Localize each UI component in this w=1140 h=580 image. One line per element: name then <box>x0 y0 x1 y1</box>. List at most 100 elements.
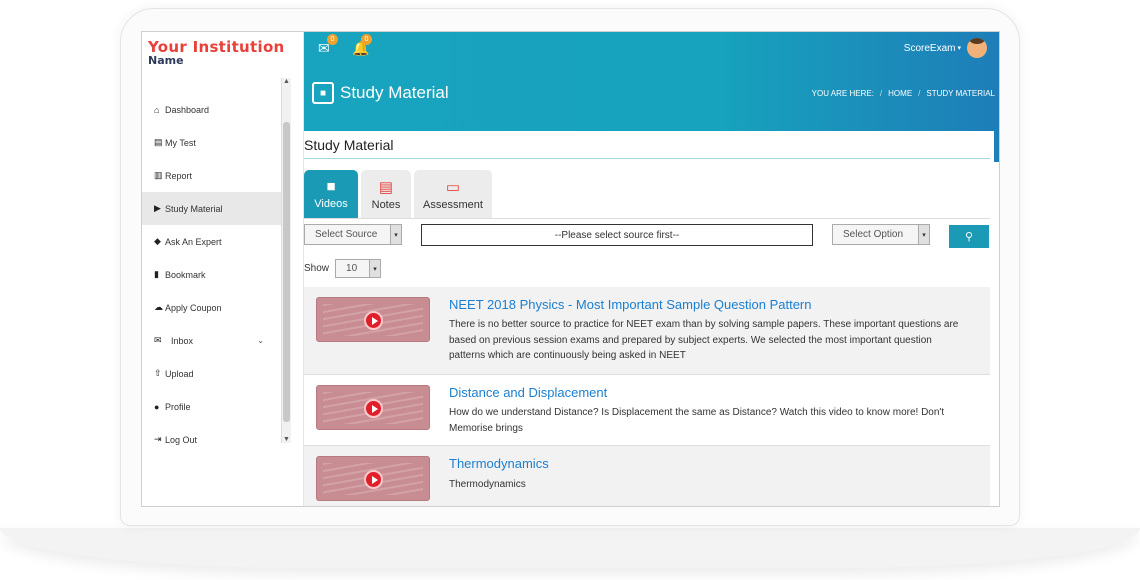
scroll-up-icon[interactable]: ▲ <box>283 78 290 85</box>
chevron-down-icon: ⌄ <box>257 336 264 345</box>
scroll-down-icon[interactable]: ▼ <box>283 436 290 443</box>
page-size-select[interactable]: 10 ▾ <box>335 259 382 278</box>
mail-count-badge: 0 <box>327 34 338 45</box>
mail-button[interactable]: ✉ 0 <box>318 34 338 60</box>
sidebar-item-label: Dashboard <box>165 104 210 115</box>
card-title: Study Material <box>304 137 394 153</box>
bar-chart-icon: ▥ <box>154 170 163 180</box>
material-tabs: ■ Videos ▤ Notes ▭ Assessment <box>304 170 492 218</box>
bookmark-icon: ▮ <box>154 269 159 279</box>
dropdown-arrow-icon: ▾ <box>369 260 381 277</box>
video-thumbnail[interactable] <box>316 385 430 430</box>
play-icon[interactable] <box>364 399 383 418</box>
dropdown-arrow-icon: ▾ <box>390 225 401 244</box>
search-button[interactable]: ⚲ <box>949 225 989 248</box>
sidebar-item-log-out[interactable]: ⇥ Log Out <box>142 423 282 456</box>
divider <box>304 158 990 159</box>
cloud-icon: ☁ <box>154 302 163 312</box>
header-icons: ✉ 0 🔔 0 <box>318 34 372 60</box>
tab-label: Assessment <box>423 198 483 211</box>
sidebar-item-apply-coupon[interactable]: ☁ Apply Coupon <box>142 291 282 324</box>
sidebar-item-label: Apply Coupon <box>165 302 222 313</box>
sidebar-item-inbox[interactable]: ✉ Inbox ⌄ <box>142 324 282 357</box>
sidebar-item-ask-an-expert[interactable]: ◆ Ask An Expert <box>142 225 282 258</box>
tab-label: Videos <box>314 198 348 210</box>
page-title: Study Material <box>340 83 449 102</box>
logout-icon: ⇥ <box>154 434 162 444</box>
video-list: NEET 2018 Physics - Most Important Sampl… <box>304 287 990 506</box>
source-select[interactable]: Select Source ▾ <box>304 224 402 245</box>
user-menu[interactable]: ScoreExam ▾ <box>904 38 987 58</box>
notification-count-badge: 0 <box>361 34 372 45</box>
scrollbar-thumb[interactable] <box>283 122 290 422</box>
dropdown-arrow-icon: ▾ <box>918 225 929 244</box>
sidebar: Your Institution Name ⌂ Dashboard ▤ My T… <box>142 32 304 506</box>
source-detail-select[interactable]: --Please select source first-- <box>421 224 813 246</box>
sidebar-item-my-test[interactable]: ▤ My Test <box>142 126 282 159</box>
video-icon: ■ <box>326 178 336 195</box>
sidebar-item-label: Ask An Expert <box>165 236 222 247</box>
graduation-cap-icon: ◆ <box>154 236 161 246</box>
list-item[interactable]: Distance and Displacement How do we unde… <box>304 375 990 446</box>
video-camera-icon: ■ <box>312 82 334 104</box>
notification-button[interactable]: 🔔 0 <box>352 34 372 60</box>
sidebar-item-label: Study Material <box>165 203 223 214</box>
sidebar-item-dashboard[interactable]: ⌂ Dashboard <box>142 93 282 126</box>
caret-down-icon: ▾ <box>957 45 961 52</box>
video-description: Thermodynamics <box>449 479 526 490</box>
monitor-icon: ▭ <box>445 178 461 196</box>
sidebar-nav: ⌂ Dashboard ▤ My Test ▥ Report ▶ Study M… <box>142 78 282 456</box>
option-select-value: Select Option <box>843 229 904 240</box>
play-icon[interactable] <box>364 470 383 489</box>
sidebar-item-label: Inbox <box>171 335 194 346</box>
sidebar-item-profile[interactable]: ● Profile <box>142 390 282 423</box>
institution-logo[interactable]: Your Institution Name <box>142 32 304 78</box>
tab-videos[interactable]: ■ Videos <box>304 170 358 218</box>
page-size-value: 10 <box>346 263 358 274</box>
sidebar-item-bookmark[interactable]: ▮ Bookmark <box>142 258 282 291</box>
list-item[interactable]: Thermodynamics Thermodynamics <box>304 446 990 506</box>
list-icon: ▤ <box>154 137 163 147</box>
tab-notes[interactable]: ▤ Notes <box>361 170 411 218</box>
envelope-icon: ✉ <box>154 335 162 345</box>
search-icon: ⚲ <box>964 231 974 243</box>
username: ScoreExam <box>903 42 956 54</box>
upload-icon: ⇧ <box>154 368 162 378</box>
sidebar-item-label: Upload <box>165 368 194 379</box>
show-label: Show <box>304 263 330 274</box>
video-description: How do we understand Distance? Is Displa… <box>449 407 945 434</box>
page-heading: ■ Study Material <box>312 82 449 104</box>
video-thumbnail[interactable] <box>316 456 430 501</box>
laptop-base <box>0 528 1140 568</box>
sidebar-scrollbar[interactable]: ▲ ▼ <box>281 78 291 443</box>
home-icon: ⌂ <box>154 104 160 115</box>
video-title-link[interactable]: NEET 2018 Physics - Most Important Sampl… <box>449 297 811 312</box>
breadcrumb-home-link[interactable]: HOME <box>888 89 912 98</box>
sidebar-item-label: Profile <box>165 401 191 412</box>
video-icon: ▶ <box>154 203 161 213</box>
user-icon: ● <box>154 401 160 412</box>
app-window: Your Institution Name ⌂ Dashboard ▤ My T… <box>141 31 1000 507</box>
breadcrumb-separator: / <box>918 89 921 98</box>
option-select[interactable]: Select Option ▾ <box>832 224 930 245</box>
source-detail-value: --Please select source first-- <box>554 229 680 241</box>
breadcrumb: YOU ARE HERE: / HOME / STUDY MATERIAL <box>812 89 995 98</box>
sidebar-item-label: Log Out <box>165 434 198 445</box>
tab-assessment[interactable]: ▭ Assessment <box>414 170 492 218</box>
sidebar-item-report[interactable]: ▥ Report <box>142 159 282 192</box>
study-material-card: Study Material ■ Videos ▤ Notes ▭ Assess… <box>304 131 994 506</box>
page-size-control: Show 10 ▾ <box>304 259 382 278</box>
sidebar-item-upload[interactable]: ⇧ Upload <box>142 357 282 390</box>
sidebar-item-study-material[interactable]: ▶ Study Material <box>142 192 282 225</box>
play-icon[interactable] <box>364 311 383 330</box>
breadcrumb-prefix: YOU ARE HERE: <box>811 89 874 98</box>
list-item[interactable]: NEET 2018 Physics - Most Important Sampl… <box>304 287 990 375</box>
video-title-link[interactable]: Distance and Displacement <box>449 385 607 400</box>
video-title-link[interactable]: Thermodynamics <box>449 456 549 471</box>
breadcrumb-separator: / <box>879 89 883 98</box>
tab-label: Notes <box>371 198 401 211</box>
video-thumbnail[interactable] <box>316 297 430 342</box>
sidebar-item-label: Report <box>165 170 193 181</box>
video-description: There is no better source to practice fo… <box>449 319 959 361</box>
sidebar-item-label: My Test <box>165 137 196 148</box>
